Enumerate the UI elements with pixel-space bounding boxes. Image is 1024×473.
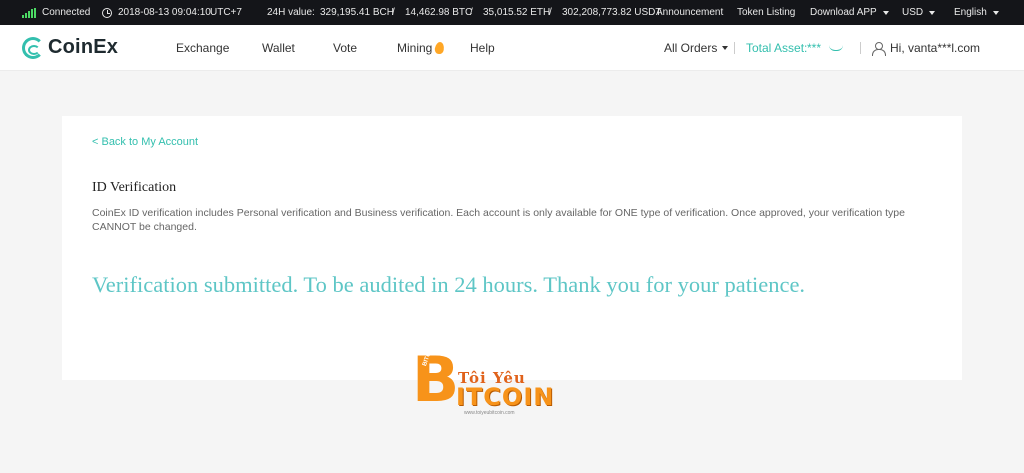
volume-eth: 35,015.52 ETH [483,7,551,18]
logo-text: CoinEx [48,36,119,58]
coinex-logo-icon [22,36,44,59]
download-app-dropdown[interactable]: Download APP [810,0,889,25]
volume-bch: 329,195.41 BCH [320,7,394,18]
total-asset-label: Total Asset: [746,41,808,55]
volume-divider: / [470,7,473,18]
watermark-url: www.toiyeubitcoin.com [464,410,515,416]
nav-exchange[interactable]: Exchange [176,25,229,71]
page-title: ID Verification [92,180,177,195]
nav-divider [860,42,861,54]
user-menu[interactable]: Hi, vanta***l.com [872,25,980,71]
caret-down-icon [992,10,999,15]
nav-wallet[interactable]: Wallet [262,25,295,71]
connection-label: Connected [42,7,91,18]
toggle-visibility-button[interactable] [829,25,843,71]
verification-card: < Back to My Account ID Verification Coi… [62,116,962,380]
currency-dropdown[interactable]: USD [902,0,936,25]
watermark-letter: B [412,343,460,416]
token-listing-link[interactable]: Token Listing [737,0,795,25]
volume-divider: / [549,7,552,18]
main-nav: CoinEx Exchange Wallet Vote Mining Help … [0,25,1024,71]
nav-vote[interactable]: Vote [333,25,357,71]
nav-mining[interactable]: Mining [397,25,446,71]
user-icon [872,42,886,56]
coinex-logo[interactable]: CoinEx [22,36,118,59]
top-status-bar: Connected 2018-08-13 09:04:10 UTC+7 24H … [0,0,1024,25]
volume-divider: / [392,7,395,18]
download-app-label: Download APP [810,7,877,18]
fire-icon [434,41,446,55]
total-asset: Total Asset: [746,25,807,71]
bitcoin-logo-icon: B BITCOIN [408,342,460,416]
announcement-link[interactable]: Announcement [656,0,723,25]
currency-label: USD [902,7,924,18]
volume-label: 24H value: [267,7,315,18]
nav-divider [734,42,735,54]
language-dropdown[interactable]: English [954,0,999,25]
datetime-text: 2018-08-13 09:04:10 [118,7,211,18]
caret-down-icon [882,10,889,15]
connection-status: Connected [22,0,90,25]
caret-down-icon [722,46,729,50]
user-greeting: Hi, vanta***l.com [890,41,981,55]
nav-mining-label: Mining [397,41,433,55]
toiyeubitcoin-watermark: B BITCOIN Tôi Yêu ITCOIN www.toiyeubitco… [408,342,576,423]
eye-closed-icon [829,45,843,51]
watermark-word: ITCOIN [456,383,555,411]
server-time: 2018-08-13 09:04:10 [102,0,211,25]
signal-icon [22,7,36,18]
all-orders-dropdown[interactable]: All Orders [664,25,729,71]
timezone-text: UTC+7 [210,7,242,18]
caret-down-icon [929,10,936,15]
volume-usdt: 302,208,773.82 USDT [562,7,662,18]
verification-status-message: Verification submitted. To be audited in… [92,272,806,297]
nav-help[interactable]: Help [470,25,495,71]
total-asset-value: *** [807,25,821,71]
language-label: English [954,7,987,18]
clock-icon [102,7,112,18]
total-asset-hidden-value: *** [807,41,822,55]
volume-btc: 14,462.98 BTC [405,7,473,18]
back-to-account-link[interactable]: < Back to My Account [92,136,198,148]
verification-description: CoinEx ID verification includes Personal… [92,207,905,233]
all-orders-label: All Orders [664,41,718,55]
